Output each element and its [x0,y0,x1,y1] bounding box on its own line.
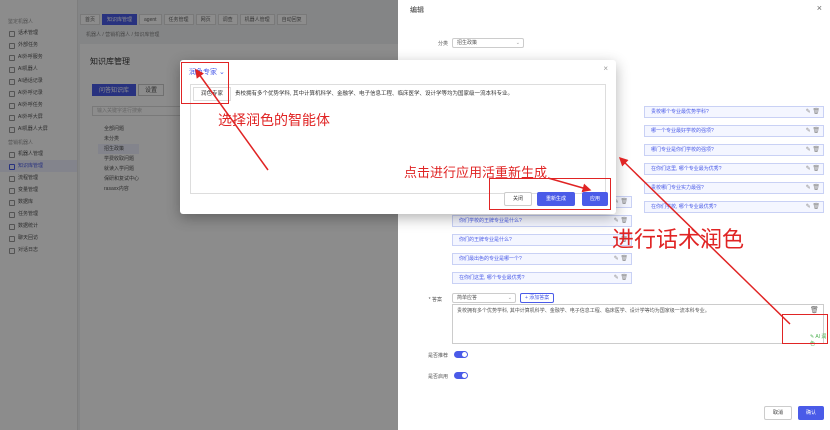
edit-delete-icon[interactable]: ✎ 🗑 [614,254,628,264]
answer-label: * 答案 [428,297,442,303]
edit-delete-icon[interactable]: ✎ 🗑 [806,126,820,136]
question-text: 在你们这里, 哪个专业最为优秀? [651,166,722,172]
edit-delete-icon[interactable]: ✎ 🗑 [806,145,820,155]
chevron-down-icon: ⌄ [507,295,512,301]
annotation-apply-hint: 点击进行应用活重新生成 [404,166,548,181]
edit-delete-icon[interactable]: ✎ 🗑 [806,107,820,117]
question-item[interactable]: 哪一个专业最好学校的强项? ✎ 🗑 [644,125,824,137]
confirm-button[interactable]: 确认 [798,406,824,420]
annotation-box-ai [782,314,828,344]
close-icon[interactable]: × [603,64,608,73]
edit-delete-icon[interactable]: ✎ 🗑 [614,273,628,283]
question-text: 贵校哪个专业最优势学科? [651,109,709,115]
question-text: 你们的王牌专业是什么? [459,237,512,243]
annotation-polish: 进行话术润色 [612,228,745,253]
category-value: 招生政策 [457,40,478,46]
question-item[interactable]: 在你们这里, 哪个专业最优秀? ✎ 🗑 [452,272,632,284]
annotation-box-buttons [489,178,611,210]
question-item[interactable]: 你们最出色的专业是哪一个? ✎ 🗑 [452,253,632,265]
question-item[interactable]: 在你们这里, 哪个专业最为优秀? ✎ 🗑 [644,163,824,175]
question-item[interactable]: 在你们学校, 哪个专业最优秀? ✎ 🗑 [644,201,824,213]
recommend-toggle[interactable] [454,351,468,358]
close-icon[interactable]: × [817,3,822,13]
question-item[interactable]: 贵校哪门专业实力最强? ✎ 🗑 [644,182,824,194]
question-text: 在你们学校, 哪个专业最优秀? [651,204,717,210]
add-answer-button[interactable]: + 添加答案 [520,293,555,303]
cancel-button[interactable]: 取消 [764,406,792,420]
category-select[interactable]: 招生政策 ⌄ [452,38,524,48]
edit-delete-icon[interactable]: ✎ 🗑 [806,183,820,193]
enable-toggle[interactable] [454,372,468,379]
edit-delete-icon[interactable]: ✎ 🗑 [806,202,820,212]
answer-textarea[interactable]: 贵校拥有多个优势学科, 其中计算机科学、金融学、电子信息工程、临床医学、设计学等… [452,304,824,344]
chevron-down-icon: ⌄ [515,40,520,46]
question-text: 哪一个专业最好学校的强项? [651,128,714,134]
question-text: 你们最出色的专业是哪一个? [459,256,522,262]
recommend-label: 是否推荐 [427,353,448,359]
answer-type-select[interactable]: 简单应答 ⌄ [452,293,516,303]
question-item[interactable]: 你们的王牌专业是什么? ✎ 🗑 [452,234,632,246]
annotation-select-agent: 选择润色的智能体 [218,113,330,129]
question-text: 贵校哪门专业实力最强? [651,185,704,191]
enable-label: 是否启用 [427,374,448,380]
question-item[interactable]: 哪门专业是你们学校的强项? ✎ 🗑 [644,144,824,156]
category-label: 分类 [437,41,448,47]
annotation-box-agent [181,62,229,104]
polished-text: 贵校拥有多个优势学科, 其中计算机科学、金融学、电子信息工程、临床医学、设计学等… [235,91,514,97]
question-text: 在你们这里, 哪个专业最优秀? [459,275,525,281]
question-item[interactable]: 你们学校的王牌专业是什么? ✎ 🗑 [452,215,632,227]
drawer-title: 编辑 [410,7,424,14]
answer-type-value: 简单应答 [457,295,478,301]
question-text: 哪门专业是你们学校的强项? [651,147,714,153]
question-item[interactable]: 贵校哪个专业最优势学科? ✎ 🗑 [644,106,824,118]
edit-delete-icon[interactable]: ✎ 🗑 [806,164,820,174]
question-text: 你们学校的王牌专业是什么? [459,218,522,224]
